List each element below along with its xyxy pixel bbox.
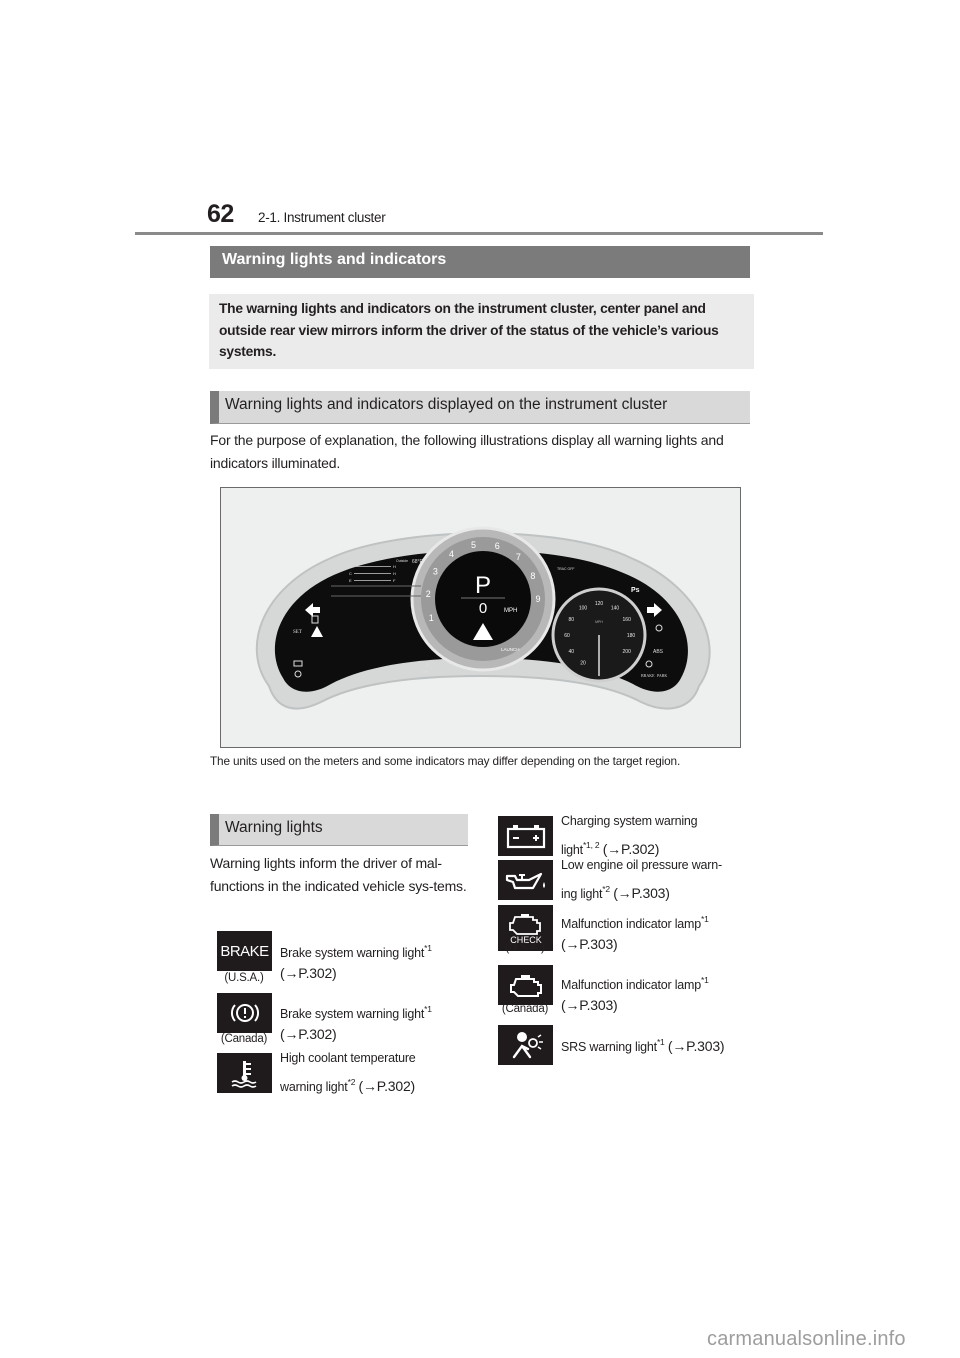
- warning-lights-intro: Warning lights inform the driver of mal-…: [210, 855, 467, 894]
- gauge-end-label: H: [393, 564, 396, 569]
- tach-number: 4: [449, 549, 454, 559]
- speedo-number: 120: [595, 601, 604, 607]
- tach-number: 6: [495, 541, 500, 551]
- speedo-number: 20: [580, 661, 586, 667]
- coolant-temperature-icon: [217, 1053, 272, 1093]
- speedo-number: 80: [569, 617, 575, 623]
- cluster-explanation: For the purpose of explanation, the foll…: [210, 432, 724, 471]
- oil-can-icon: [498, 860, 553, 900]
- intro-box: The warning lights and indicators on the…: [209, 294, 754, 369]
- speedo-number: 160: [623, 617, 632, 623]
- power-steering-label: Ps: [631, 587, 640, 594]
- tach-number: 3: [433, 567, 438, 577]
- gauge-start-label: C: [349, 564, 352, 569]
- page-reference-link[interactable]: (→P.302): [280, 1026, 432, 1043]
- region-label: (Canada): [220, 1033, 268, 1045]
- speedo-number: 40: [569, 649, 575, 655]
- footer-watermark: carmanualsonline.info: [707, 1328, 906, 1350]
- section-breadcrumb: 2-1. Instrument cluster: [258, 210, 386, 225]
- cluster-caption: The units used on the meters and some in…: [210, 754, 681, 768]
- speedometer-unit: MPH: [595, 620, 603, 624]
- speedo-number: 200: [623, 649, 632, 655]
- speedo-number: 100: [579, 605, 588, 611]
- battery-icon: [498, 816, 553, 856]
- region-label: (Canada): [501, 1003, 549, 1015]
- region-label: (U.S.A.): [505, 942, 545, 954]
- warning-light-description: Low engine oil pressure warn-ing light*2…: [561, 858, 722, 901]
- gear-indicator: P: [475, 572, 491, 599]
- warning-light-description: Malfunction indicator lamp*1 (→P.303): [561, 914, 709, 953]
- tach-number: 8: [530, 571, 535, 581]
- intro-text: The warning lights and indicators on the…: [219, 301, 719, 359]
- speedo-number: 60: [564, 633, 570, 639]
- gauge-end-label: H: [393, 571, 396, 576]
- gauge-start-label: E: [349, 578, 352, 583]
- warning-light-description: Brake system warning light*1 (→P.302): [280, 1004, 432, 1043]
- speed-unit: MPH: [504, 608, 517, 614]
- instrument-cluster-illustration: 1 2 3 4 5 6 78 9 P 0 MPH LAUNCH 20 40 60 80 100 120 1…: [220, 487, 741, 748]
- odometer-value: 0: [426, 663, 429, 669]
- cluster-heading-text: Warning lights and indicators displayed …: [225, 396, 668, 413]
- page-number: 62: [207, 200, 234, 228]
- main-title: Warning lights and indicators: [222, 251, 447, 268]
- main-title-bar: Warning lights and indicators: [210, 246, 750, 278]
- brake-label: BRAKE: [641, 673, 655, 678]
- cluster-svg: 1 2 3 4 5 6 78 9 P 0 MPH LAUNCH 20 40 60 80 100 120 1…: [255, 526, 711, 710]
- cluster-section-heading: Warning lights and indicators displayed …: [210, 391, 750, 424]
- page-reference-link[interactable]: (→P.303): [561, 936, 709, 953]
- warning-light-description: Brake system warning light*1 (→P.302): [280, 943, 432, 982]
- header-divider: [135, 232, 823, 235]
- gauge-start-label: C: [349, 571, 352, 576]
- speedo-number: 140: [611, 605, 620, 611]
- warning-light-description: SRS warning light*1 (→P.303): [561, 1037, 725, 1054]
- page-reference-link[interactable]: (→P.302): [359, 1078, 416, 1094]
- temperature-fuel-gauges: C HC HE F: [349, 564, 396, 583]
- brake-circle-icon: [217, 993, 272, 1033]
- trac-off-label: TRAC OFF: [557, 567, 575, 571]
- tach-number: 7: [516, 552, 521, 562]
- brake-text-icon: BRAKE: [217, 931, 272, 971]
- speed-readout: 0: [479, 600, 487, 617]
- page-reference-link[interactable]: (→P.302): [280, 965, 432, 982]
- abs-label: ABS: [653, 649, 664, 655]
- page-reference-link[interactable]: (→P.303): [613, 885, 670, 901]
- cruise-set-label: SET: [293, 630, 302, 635]
- park-label: PARK: [657, 673, 667, 678]
- region-label: (U.S.A.): [224, 972, 264, 984]
- speedo-number: 180: [627, 633, 636, 639]
- odometer-unit: miles: [421, 670, 429, 674]
- warning-lights-heading-text: Warning lights: [225, 819, 323, 836]
- warning-light-description: High coolant temperature warning light*2 …: [280, 1051, 416, 1094]
- engine-icon: [498, 965, 553, 1005]
- outside-temp-value: 68°F: [412, 559, 423, 565]
- page-reference-link[interactable]: (→P.303): [668, 1038, 725, 1054]
- tach-number: 5: [471, 540, 476, 550]
- warning-light-description: Malfunction indicator lamp*1 (→P.303): [561, 975, 709, 1014]
- warning-lights-heading: Warning lights: [210, 814, 468, 846]
- tach-number: 1: [429, 613, 434, 623]
- tach-number: 9: [535, 594, 540, 604]
- launch-label: LAUNCH: [501, 647, 520, 652]
- page-reference-link[interactable]: (→P.303): [561, 997, 709, 1014]
- outside-temp-label: Outside: [396, 559, 408, 563]
- srs-airbag-icon: [498, 1025, 553, 1065]
- tach-number: 2: [426, 589, 431, 599]
